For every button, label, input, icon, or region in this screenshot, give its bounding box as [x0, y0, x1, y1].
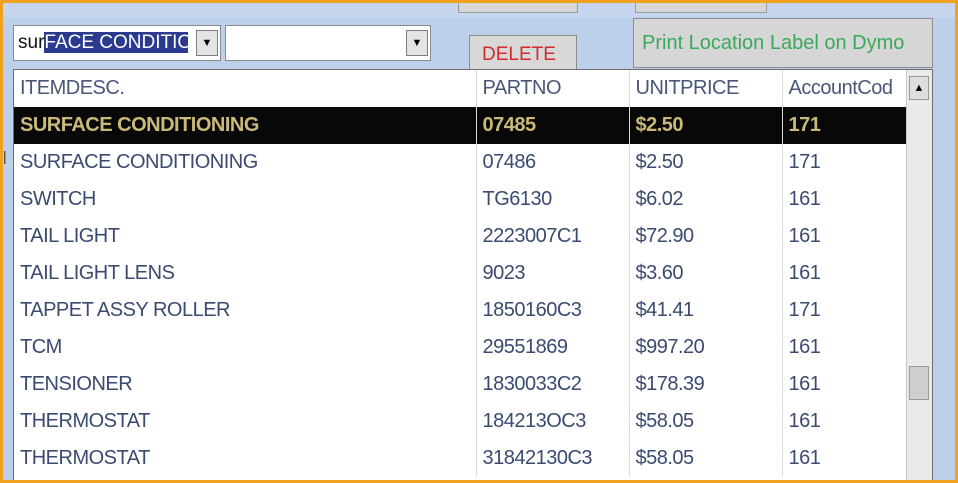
item-search-combo-text[interactable]: surFACE CONDITIO — [18, 32, 188, 54]
table-cell: SWITCH — [14, 181, 477, 218]
table-cell: $6.02 — [629, 181, 783, 218]
column-header: AccountCod — [782, 70, 908, 107]
item-list-table: ITEMDESC. PARTNO UNITPRICE AccountCod SURFAC… — [14, 70, 908, 477]
table-cell: 171 — [782, 144, 908, 181]
table-cell: SURFACE CONDITIONING — [14, 107, 477, 144]
print-location-label-button[interactable]: Print Location Label on Dymo — [633, 18, 933, 68]
table-cell: 161 — [782, 440, 908, 477]
item-combo-dropdown-button[interactable]: ▼ — [196, 30, 218, 56]
table-cell: 161 — [782, 181, 908, 218]
chevron-down-icon: ▼ — [411, 37, 423, 49]
table-row[interactable]: TAPPET ASSY ROLLER 1850160C3 $41.41 171 — [14, 292, 908, 329]
table-row[interactable]: SWITCH TG6130 $6.02 161 — [14, 181, 908, 218]
table-cell: SURFACE CONDITIONING — [14, 144, 477, 181]
table-row[interactable]: SURFACE CONDITIONING 07485 $2.50 171 — [14, 107, 908, 144]
table-cell: TG6130 — [476, 181, 630, 218]
table-row[interactable]: TENSIONER 1830033C2 $178.39 161 — [14, 366, 908, 403]
table-cell: TCM — [14, 329, 477, 366]
table-cell: 1830033C2 — [476, 366, 630, 403]
table-cell: $58.05 — [629, 403, 783, 440]
vertical-scrollbar[interactable]: ▲ — [906, 70, 932, 480]
side-marker: | — [3, 148, 7, 164]
table-cell: 171 — [782, 107, 908, 144]
form-window: | surFACE CONDITIO ▼ ▼ DELETE Print Loca… — [0, 0, 958, 483]
table-cell: $3.60 — [629, 255, 783, 292]
chevron-down-icon: ▼ — [201, 37, 213, 49]
table-cell: $997.20 — [629, 329, 783, 366]
table-row[interactable]: THERMOSTAT 31842130C3 $58.05 161 — [14, 440, 908, 477]
table-cell: $58.05 — [629, 440, 783, 477]
table-cell: TAPPET ASSY ROLLER — [14, 292, 477, 329]
table-row[interactable]: SURFACE CONDITIONING 07486 $2.50 171 — [14, 144, 908, 181]
scroll-thumb[interactable] — [909, 366, 929, 400]
column-header: PARTNO — [476, 70, 630, 107]
table-cell: 161 — [782, 403, 908, 440]
table-cell: $72.90 — [629, 218, 783, 255]
table-cell: 07486 — [476, 144, 630, 181]
table-cell: TAIL LIGHT LENS — [14, 255, 477, 292]
table-cell: TENSIONER — [14, 366, 477, 403]
table-cell: 29551869 — [476, 329, 630, 366]
column-header: UNITPRICE — [629, 70, 783, 107]
table-cell: 1850160C3 — [476, 292, 630, 329]
typed-text: sur — [18, 32, 45, 53]
table-row[interactable]: TAIL LIGHT 2223007C1 $72.90 161 — [14, 218, 908, 255]
item-dropdown-list[interactable]: ITEMDESC. PARTNO UNITPRICE AccountCod SURFAC… — [13, 69, 933, 480]
item-search-combo[interactable]: surFACE CONDITIO ▼ — [13, 25, 221, 61]
toolbar-button-partial-2[interactable] — [635, 3, 767, 13]
table-cell: 161 — [782, 218, 908, 255]
table-cell: THERMOSTAT — [14, 403, 477, 440]
table-cell: 161 — [782, 366, 908, 403]
table-row[interactable]: TAIL LIGHT LENS 9023 $3.60 161 — [14, 255, 908, 292]
column-header: ITEMDESC. — [14, 70, 477, 107]
table-cell: THERMOSTAT — [14, 440, 477, 477]
table-header-row: ITEMDESC. PARTNO UNITPRICE AccountCod — [14, 70, 908, 107]
table-row[interactable]: TCM 29551869 $997.20 161 — [14, 329, 908, 366]
table-cell: $41.41 — [629, 292, 783, 329]
scroll-up-button[interactable]: ▲ — [909, 76, 929, 100]
table-cell: 2223007C1 — [476, 218, 630, 255]
toolbar-button-partial[interactable] — [458, 3, 578, 13]
table-cell: 9023 — [476, 255, 630, 292]
table-cell: 07485 — [476, 107, 630, 144]
table-cell: 161 — [782, 255, 908, 292]
table-cell: $178.39 — [629, 366, 783, 403]
second-combo-dropdown-button[interactable]: ▼ — [406, 30, 428, 56]
table-cell: 184213OC3 — [476, 403, 630, 440]
table-cell: 161 — [782, 329, 908, 366]
arrow-up-icon: ▲ — [913, 82, 925, 94]
table-cell: $2.50 — [629, 144, 783, 181]
selected-text: FACE CONDITIO — [44, 32, 188, 53]
table-cell: TAIL LIGHT — [14, 218, 477, 255]
second-combo[interactable]: ▼ — [225, 25, 431, 61]
table-cell: 31842130C3 — [476, 440, 630, 477]
table-cell: $2.50 — [629, 107, 783, 144]
table-cell: 171 — [782, 292, 908, 329]
table-row[interactable]: THERMOSTAT 184213OC3 $58.05 161 — [14, 403, 908, 440]
